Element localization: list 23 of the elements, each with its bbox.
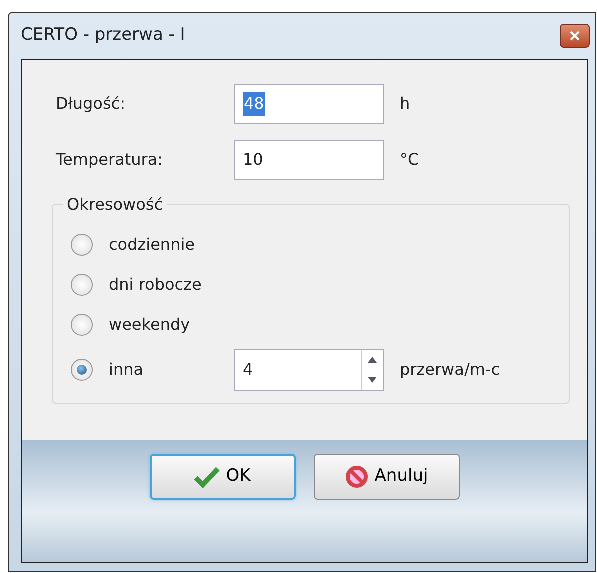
field-label: Temperatura: — [56, 149, 164, 171]
close-button[interactable] — [560, 24, 590, 48]
input-field[interactable]: 10 — [234, 140, 384, 180]
radio-label: dni robocze — [109, 274, 202, 296]
cancel-button[interactable]: Anuluj — [314, 454, 460, 500]
close-icon — [570, 31, 580, 41]
unit-label: °C — [400, 149, 420, 171]
radio-button[interactable] — [71, 234, 93, 256]
unit-label: h — [400, 93, 410, 115]
field-label: Długość: — [56, 93, 126, 115]
window-title: CERTO - przerwa - I — [21, 24, 186, 48]
input-field[interactable]: 48 — [234, 84, 384, 124]
radio-label: inna — [109, 359, 145, 381]
ok-button[interactable]: OK — [150, 454, 296, 500]
prohibited-icon — [344, 465, 369, 489]
radio-button[interactable] — [71, 359, 93, 381]
checkmark-icon — [194, 466, 220, 488]
unit-label: przerwa/m-c — [400, 359, 500, 381]
radio-button[interactable] — [71, 314, 93, 336]
radio-label: codziennie — [109, 234, 195, 256]
spin-field[interactable]: 4 — [234, 349, 384, 391]
radio-button[interactable] — [71, 274, 93, 296]
radio-label: weekendy — [109, 314, 190, 336]
